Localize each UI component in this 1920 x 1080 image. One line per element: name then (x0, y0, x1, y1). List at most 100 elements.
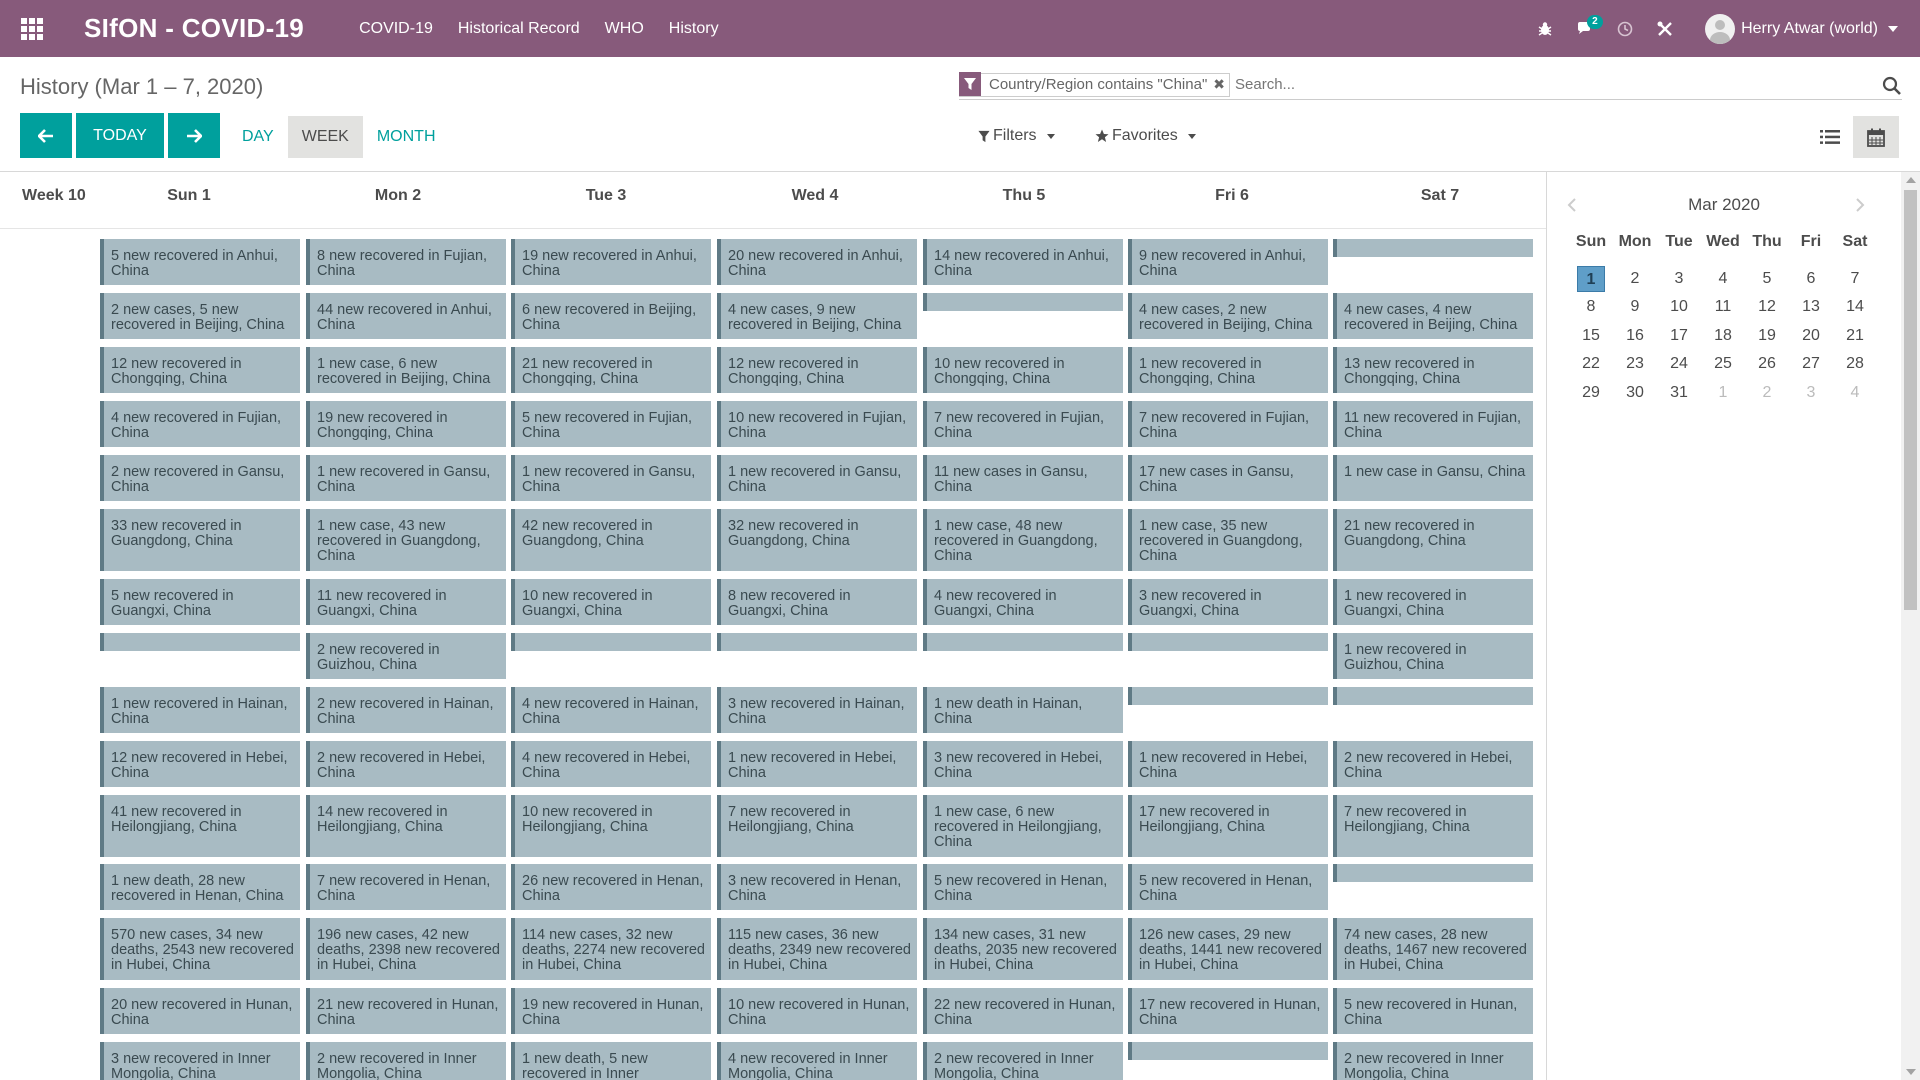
chevron-right-icon[interactable] (1845, 190, 1875, 220)
mini-day-other-month[interactable]: 2 (1745, 384, 1789, 402)
mini-day[interactable]: 20 (1789, 327, 1833, 345)
mini-day[interactable]: 10 (1657, 298, 1701, 316)
today-button[interactable]: TODAY (76, 113, 164, 158)
calendar-event[interactable]: 5 new recovered in Guangxi, China (100, 579, 300, 625)
calendar-event[interactable]: 1 new recovered in Guangxi, China (1333, 579, 1533, 625)
mini-day[interactable]: 22 (1569, 355, 1613, 373)
mini-day[interactable]: 5 (1745, 270, 1789, 288)
calendar-event[interactable] (717, 633, 917, 651)
mini-day[interactable]: 27 (1789, 355, 1833, 373)
calendar-event[interactable]: 4 new cases, 4 new recovered in Beijing,… (1333, 293, 1533, 339)
menu-historical-record[interactable]: Historical Record (458, 20, 580, 38)
mini-day[interactable]: 26 (1745, 355, 1789, 373)
bug-icon[interactable] (1525, 0, 1565, 57)
calendar-event[interactable]: 10 new recovered in Fujian, China (717, 401, 917, 447)
calendar-event[interactable]: 2 new cases, 5 new recovered in Beijing,… (100, 293, 300, 339)
calendar-event[interactable]: 570 new cases, 34 new deaths, 2543 new r… (100, 918, 300, 980)
calendar-event[interactable] (1333, 864, 1533, 882)
calendar-event[interactable]: 2 new recovered in Hebei, China (306, 741, 506, 787)
calendar-event[interactable] (1333, 687, 1533, 705)
calendar-event[interactable]: 2 new recovered in Guizhou, China (306, 633, 506, 679)
scroll-down-icon[interactable] (1906, 1069, 1916, 1075)
menu-history[interactable]: History (669, 20, 719, 38)
filters-button[interactable]: Filters (978, 127, 1055, 145)
user-menu[interactable]: Herry Atwar (world) (1705, 13, 1898, 44)
tools-icon[interactable] (1645, 0, 1685, 57)
calendar-event[interactable]: 1 new death in Hainan, China (923, 687, 1123, 733)
mini-day[interactable]: 15 (1569, 327, 1613, 345)
mini-day[interactable]: 8 (1569, 298, 1613, 316)
calendar-event[interactable]: 114 new cases, 32 new deaths, 2274 new r… (511, 918, 711, 980)
scroll-up-icon[interactable] (1906, 177, 1916, 183)
calendar-event[interactable]: 5 new recovered in Fujian, China (511, 401, 711, 447)
calendar-event[interactable]: 5 new recovered in Anhui, China (100, 239, 300, 285)
calendar-event[interactable]: 5 new recovered in Hunan, China (1333, 988, 1533, 1034)
calendar-event[interactable]: 22 new recovered in Hunan, China (923, 988, 1123, 1034)
calendar-event[interactable]: 3 new recovered in Inner Mongolia, China (100, 1042, 300, 1080)
search-facet[interactable]: Country/Region contains "China" ✖ (959, 72, 1231, 97)
calendar-event[interactable]: 4 new recovered in Guangxi, China (923, 579, 1123, 625)
calendar-event[interactable]: 21 new recovered in Guangdong, China (1333, 509, 1533, 571)
mini-day-other-month[interactable]: 3 (1789, 384, 1833, 402)
calendar-event[interactable]: 1 new recovered in Gansu, China (511, 455, 711, 501)
calendar-event[interactable]: 17 new recovered in Hunan, China (1128, 988, 1328, 1034)
calendar-event[interactable]: 9 new recovered in Anhui, China (1128, 239, 1328, 285)
clock-icon[interactable] (1605, 0, 1645, 57)
calendar-event[interactable] (100, 633, 300, 651)
calendar-event[interactable]: 4 new recovered in Fujian, China (100, 401, 300, 447)
calendar-event[interactable]: 4 new cases, 9 new recovered in Beijing,… (717, 293, 917, 339)
calendar-event[interactable]: 126 new cases, 29 new deaths, 1441 new r… (1128, 918, 1328, 980)
calendar-event[interactable]: 19 new recovered in Chongqing, China (306, 401, 506, 447)
calendar-event[interactable]: 10 new recovered in Heilongjiang, China (511, 795, 711, 857)
calendar-event[interactable]: 1 new recovered in Hebei, China (1128, 741, 1328, 787)
calendar-event[interactable]: 44 new recovered in Anhui, China (306, 293, 506, 339)
scrollbar[interactable] (1901, 172, 1920, 1080)
calendar-event[interactable]: 11 new recovered in Guangxi, China (306, 579, 506, 625)
calendar-view-icon[interactable] (1853, 116, 1899, 158)
calendar-event[interactable]: 1 new recovered in Chongqing, China (1128, 347, 1328, 393)
calendar-event[interactable]: 2 new recovered in Gansu, China (100, 455, 300, 501)
calendar-event[interactable]: 12 new recovered in Chongqing, China (100, 347, 300, 393)
mini-day[interactable]: 31 (1657, 384, 1701, 402)
calendar-event[interactable]: 7 new recovered in Fujian, China (1128, 401, 1328, 447)
mini-day[interactable]: 19 (1745, 327, 1789, 345)
calendar-event[interactable]: 1 new case, 43 new recovered in Guangdon… (306, 509, 506, 571)
mini-day[interactable]: 14 (1833, 298, 1877, 316)
calendar-event[interactable]: 1 new death, 28 new recovered in Henan, … (100, 864, 300, 910)
calendar-event[interactable]: 7 new recovered in Fujian, China (923, 401, 1123, 447)
mini-day[interactable]: 3 (1657, 270, 1701, 288)
calendar-event[interactable]: 2 new recovered in Inner Mongolia, China (923, 1042, 1123, 1080)
calendar-event[interactable]: 3 new recovered in Hainan, China (717, 687, 917, 733)
calendar-event[interactable]: 3 new recovered in Hebei, China (923, 741, 1123, 787)
calendar-event[interactable]: 26 new recovered in Henan, China (511, 864, 711, 910)
search-input[interactable] (1235, 76, 1836, 93)
mini-day[interactable]: 11 (1701, 298, 1745, 316)
mini-day[interactable]: 25 (1701, 355, 1745, 373)
calendar-event[interactable]: 6 new recovered in Beijing, China (511, 293, 711, 339)
calendar-event[interactable]: 17 new recovered in Heilongjiang, China (1128, 795, 1328, 857)
calendar-event[interactable]: 74 new cases, 28 new deaths, 1467 new re… (1333, 918, 1533, 980)
search-icon[interactable] (1882, 76, 1902, 101)
calendar-event[interactable]: 1 new case, 35 new recovered in Guangdon… (1128, 509, 1328, 571)
calendar-event[interactable]: 7 new recovered in Heilongjiang, China (717, 795, 917, 857)
calendar-event[interactable]: 2 new recovered in Inner Mongolia, China (306, 1042, 506, 1080)
calendar-event[interactable] (1128, 687, 1328, 705)
mini-day[interactable]: 1 (1569, 265, 1613, 292)
calendar-event[interactable] (1333, 239, 1533, 257)
tab-week[interactable]: WEEK (287, 116, 363, 158)
chat-icon[interactable]: 2 (1565, 0, 1605, 57)
mini-day[interactable]: 23 (1613, 355, 1657, 373)
scroll-thumb[interactable] (1904, 190, 1917, 610)
calendar-event[interactable] (511, 633, 711, 651)
calendar-event[interactable]: 14 new recovered in Heilongjiang, China (306, 795, 506, 857)
mini-day[interactable]: 18 (1701, 327, 1745, 345)
calendar-event[interactable]: 196 new cases, 42 new deaths, 2398 new r… (306, 918, 506, 980)
calendar-event[interactable]: 10 new recovered in Guangxi, China (511, 579, 711, 625)
calendar-event[interactable]: 10 new recovered in Chongqing, China (923, 347, 1123, 393)
calendar-event[interactable] (923, 633, 1123, 651)
menu-covid19[interactable]: COVID-19 (359, 20, 433, 38)
calendar-event[interactable]: 1 new case, 6 new recovered in Heilongji… (923, 795, 1123, 857)
calendar-event[interactable]: 12 new recovered in Chongqing, China (717, 347, 917, 393)
calendar-event[interactable]: 42 new recovered in Guangdong, China (511, 509, 711, 571)
mini-day[interactable]: 13 (1789, 298, 1833, 316)
